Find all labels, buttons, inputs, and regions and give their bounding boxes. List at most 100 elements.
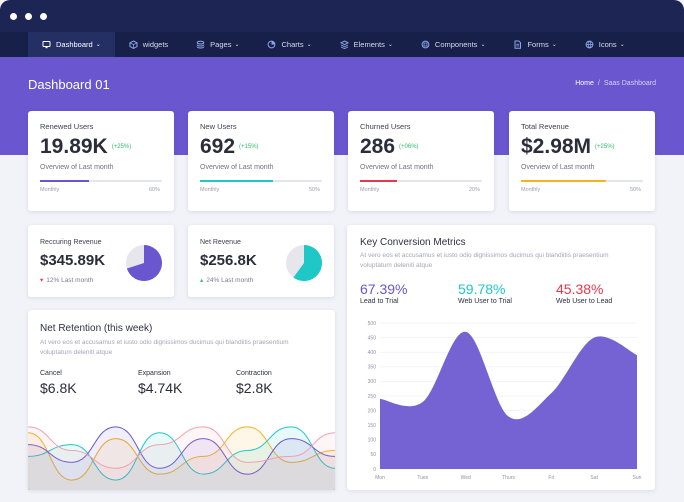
x-tick-label: Sun (633, 475, 642, 481)
stat-card: New Users 692 (+15%) Overview of Last month… (188, 111, 334, 211)
revenue-card: Net Revenue $256.8K ▴ 24% Last month (188, 225, 334, 297)
revenue-change: ▾ 12% Last month (40, 276, 93, 284)
conversion-metrics-card: Key Conversion Metrics At vero eos et ac… (347, 225, 655, 490)
stat-progress-fill (360, 180, 397, 182)
cube-icon (129, 40, 138, 49)
stat-percent: 50% (630, 187, 642, 193)
stat-number: 286 (360, 135, 396, 158)
top-navigation: Dashboard ⌄ widgets Pages ⌄ Charts ⌄ Elements ⌄ C… (0, 32, 684, 57)
y-tick-label: 50 (370, 452, 376, 458)
stat-label: Renewed Users (40, 122, 94, 131)
revenue-label: Reccuring Revenue (40, 239, 102, 246)
nav-item-components[interactable]: Components ⌄ (407, 32, 500, 57)
stat-progress-fill (521, 180, 607, 182)
cancel-value: $6.8K (40, 380, 77, 396)
y-tick-label: 200 (368, 408, 377, 414)
contraction-value: $2.8K (236, 380, 273, 396)
window-dot-icon[interactable] (40, 13, 47, 20)
metric-value: 45.38% (556, 281, 604, 297)
stat-progress-track (521, 180, 643, 182)
stat-period: Monthly (200, 187, 220, 193)
revenue-label: Net Revenue (200, 239, 241, 246)
chevron-down-icon: ⌄ (619, 42, 625, 48)
globe-icon (585, 40, 594, 49)
expansion-label: Expansion (138, 370, 171, 377)
stat-label: New Users (200, 122, 237, 131)
dashboard-window: Dashboard ⌄ widgets Pages ⌄ Charts ⌄ Elements ⌄ C… (0, 0, 684, 502)
revenue-value: $345.89K (40, 252, 106, 269)
cancel-label: Cancel (40, 370, 62, 377)
revenue-value: $256.8K (200, 252, 257, 269)
chevron-down-icon: ⌄ (234, 42, 240, 48)
stat-progress-track (360, 180, 482, 182)
nav-item-label: Forms (527, 40, 549, 49)
x-tick-label: Thurs (502, 475, 515, 481)
stat-progress-track (40, 180, 162, 182)
stat-delta: (+15%) (239, 144, 259, 151)
nav-item-label: Pages (210, 40, 232, 49)
stat-label: Total Revenue (521, 122, 569, 131)
nav-item-pages[interactable]: Pages ⌄ (182, 32, 253, 57)
stat-value: 19.89K (+25%) (40, 135, 131, 159)
conversion-title: Key Conversion Metrics (360, 237, 466, 248)
x-tick-label: Fri (548, 475, 554, 481)
chevron-down-icon: ⌄ (95, 42, 101, 48)
nav-item-label: Icons (598, 40, 617, 49)
nav-item-label: Dashboard (56, 40, 93, 49)
revenue-pie-chart (286, 245, 323, 281)
stat-number: 692 (200, 135, 236, 158)
breadcrumb-home-link[interactable]: Home (575, 80, 594, 87)
window-dot-icon[interactable] (25, 13, 32, 20)
stat-number: 19.89K (40, 135, 108, 158)
x-tick-label: Sat (590, 475, 598, 481)
revenue-change: ▴ 24% Last month (200, 276, 253, 284)
nav-item-label: widgets (142, 40, 169, 49)
box-icon (421, 40, 430, 49)
chevron-down-icon: ⌄ (551, 42, 557, 48)
x-tick-label: Mon (375, 475, 385, 481)
y-tick-label: 150 (368, 423, 377, 429)
nav-item-icons[interactable]: Icons ⌄ (571, 32, 639, 57)
chevron-down-icon: ⌄ (306, 42, 312, 48)
x-tick-label: Tues (417, 475, 428, 481)
stat-number: $2.98M (521, 135, 592, 158)
stat-period: Monthly (360, 187, 380, 193)
stat-progress-fill (40, 180, 89, 182)
stat-subtitle: Overview of Last month (521, 164, 595, 171)
window-dot-icon[interactable] (10, 13, 17, 20)
breadcrumb: Home / Saas Dashboard (575, 80, 656, 87)
nav-item-elements[interactable]: Elements ⌄ (326, 32, 407, 57)
nav-item-forms[interactable]: Forms ⌄ (499, 32, 570, 57)
stat-value: 692 (+15%) (200, 135, 259, 159)
x-tick-label: Wed (461, 475, 471, 481)
metric-label: Lead to Trial (360, 298, 399, 305)
breadcrumb-current: Saas Dashboard (603, 80, 656, 87)
stack-icon (339, 40, 349, 49)
chevron-down-icon: ⌄ (480, 42, 486, 48)
y-tick-label: 250 (368, 394, 377, 400)
page-title: Dashboard 01 (28, 77, 110, 92)
stat-card: Churned Users 286 (+06%) Overview of Last m… (348, 111, 494, 211)
stat-delta: (+06%) (399, 144, 419, 151)
retention-description: At vero eos et accusamus et iusto odio d… (40, 339, 289, 356)
stat-value: 286 (+06%) (360, 135, 419, 159)
nav-item-widgets[interactable]: widgets (115, 32, 182, 57)
stat-period: Monthly (40, 187, 60, 193)
chevron-down-icon: ⌄ (387, 42, 393, 48)
nav-item-charts[interactable]: Charts ⌄ (253, 32, 325, 57)
revenue-card: Reccuring Revenue $345.89K ▾ 12% Last month (28, 225, 174, 297)
y-tick-label: 0 (373, 467, 376, 473)
stat-card: Total Revenue $2.98M (+25%) Overview of Las… (509, 111, 655, 211)
contraction-label: Contraction (236, 370, 272, 377)
pie-chart-icon (267, 40, 276, 49)
nav-item-dashboard[interactable]: Dashboard ⌄ (28, 32, 115, 57)
stat-delta: (+25%) (111, 144, 132, 151)
y-tick-label: 500 (368, 321, 377, 327)
expansion-value: $4.74K (138, 380, 183, 396)
retention-line-chart (28, 426, 335, 490)
breadcrumb-separator: / (597, 80, 600, 87)
stat-delta: (+25%) (595, 144, 615, 151)
trend-arrow-icon: ▾ (40, 277, 44, 284)
y-tick-label: 100 (368, 438, 377, 444)
y-tick-label: 450 (368, 335, 377, 341)
